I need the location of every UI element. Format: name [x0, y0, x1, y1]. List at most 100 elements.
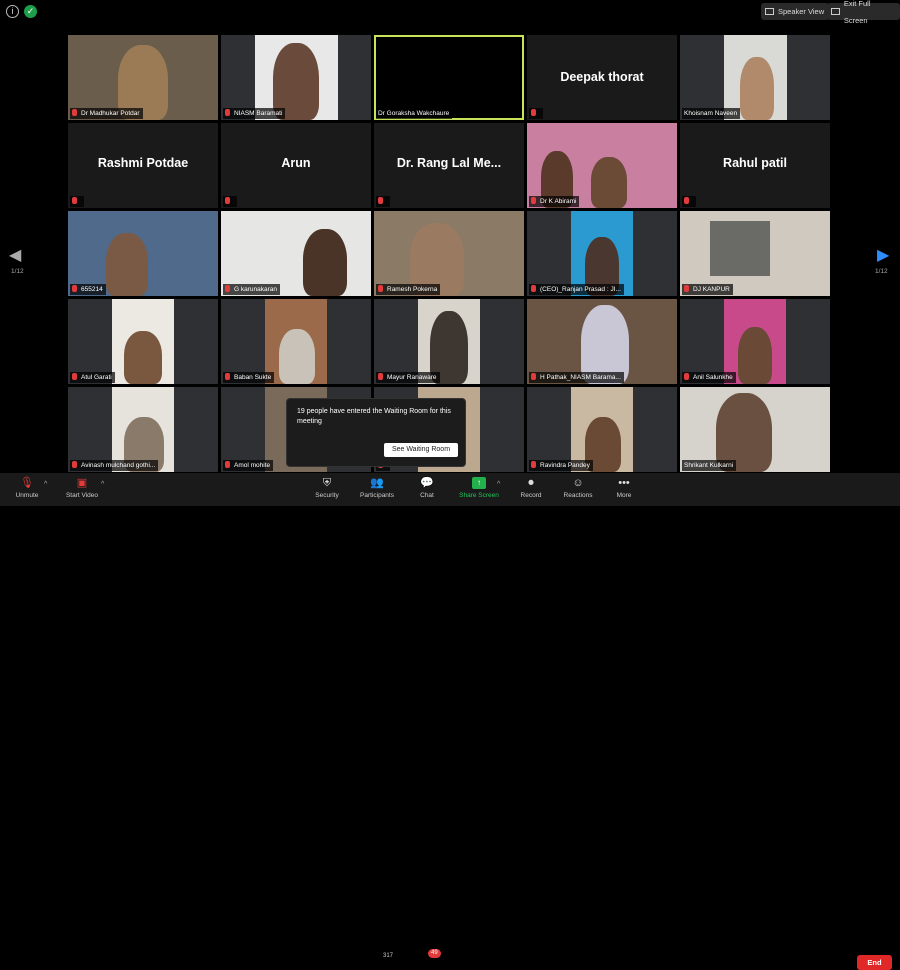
participant-tile[interactable]: Mayur Ranaware: [374, 299, 524, 384]
share-screen-arrow-icon: ↑: [472, 477, 486, 489]
participant-tile[interactable]: G karunakaran: [221, 211, 371, 296]
exit-full-screen-button[interactable]: Exit Full Screen: [827, 0, 900, 25]
active-speaker-tile[interactable]: Dr Goraksha Wakchaure: [374, 35, 524, 120]
video-off-icon: ▣: [76, 477, 88, 489]
mic-muted-icon: [225, 197, 230, 204]
participants-count: 317: [383, 953, 394, 959]
participant-name-tag: Ramesh Pokerna: [376, 284, 441, 295]
participant-tile[interactable]: (CEO)_Ranjan Prasad : JI...: [527, 211, 677, 296]
security-shield-icon: ⛨: [322, 477, 332, 489]
participant-name-tag: [682, 196, 696, 207]
participant-name-tag: (CEO)_Ranjan Prasad : JI...: [529, 284, 624, 295]
mic-muted-icon: [72, 285, 77, 292]
participant-tile[interactable]: Avinash mulchand gothi...: [68, 387, 218, 472]
participant-name-tag: Shrikant Kulkarni: [682, 460, 737, 471]
participant-tile[interactable]: Deepak thorat: [527, 35, 677, 120]
end-meeting-button[interactable]: End: [857, 955, 892, 970]
mic-muted-icon: [378, 285, 383, 292]
share-screen-button[interactable]: ↑ Share Screen: [456, 477, 502, 499]
participant-tile[interactable]: Ramesh Pokerna: [374, 211, 524, 296]
participant-tile[interactable]: Anil Salunkhe: [680, 299, 830, 384]
audio-options-caret-icon[interactable]: ^: [44, 481, 47, 488]
participant-tile[interactable]: Ravindra Pandey: [527, 387, 677, 472]
participant-tile[interactable]: H Pathak_NIASM Barama...: [527, 299, 677, 384]
participant-name-tag: Dr K Abirami: [529, 196, 580, 207]
mic-muted-icon: [225, 109, 230, 116]
unmute-label: Unmute: [15, 492, 39, 499]
participant-display-name: Rashmi Potdae: [97, 156, 189, 170]
record-button[interactable]: ⏺ Record: [517, 477, 545, 499]
reactions-smiley-icon: ☺: [572, 477, 584, 489]
participant-display-name: Dr. Rang Lal Me...: [396, 156, 502, 170]
participant-name-tag: Anil Salunkhe: [682, 372, 736, 383]
mic-muted-icon: [225, 373, 230, 380]
mic-muted-icon: [225, 461, 230, 468]
more-button[interactable]: ••• More: [612, 477, 636, 499]
mic-muted-icon: [684, 197, 689, 204]
participant-name-tag: Dr Goraksha Wakchaure: [376, 108, 453, 119]
page-indicator-right: 1/12: [875, 268, 888, 275]
speaker-view-button[interactable]: Speaker View: [761, 3, 830, 20]
mic-muted-icon: [684, 285, 689, 292]
record-icon: ⏺: [528, 477, 534, 489]
participants-button[interactable]: 👥 Participants: [356, 477, 398, 499]
participant-name-tag: Dr Madhukar Potdar: [70, 108, 143, 119]
participant-tile[interactable]: Rashmi Potdae: [68, 123, 218, 208]
participant-tile[interactable]: Shrikant Kulkarni: [680, 387, 830, 472]
top-bar: i ✓ Speaker View Exit Full Screen: [0, 0, 900, 25]
participant-name-tag: G karunakaran: [223, 284, 280, 295]
participant-tile[interactable]: Rahul patil: [680, 123, 830, 208]
participant-name-tag: DJ KANPUR: [682, 284, 733, 295]
mic-muted-icon: [72, 373, 77, 380]
participant-tile[interactable]: Baban Sukte: [221, 299, 371, 384]
previous-page-arrow-icon[interactable]: ◀: [9, 245, 21, 265]
unmute-button[interactable]: 🎙 Unmute: [12, 477, 42, 499]
participant-tile[interactable]: Atul Garati: [68, 299, 218, 384]
participant-name-tag: [376, 196, 390, 207]
participant-tile[interactable]: DJ KANPUR: [680, 211, 830, 296]
participant-tile[interactable]: 655214: [68, 211, 218, 296]
participant-display-name: Deepak thorat: [560, 70, 644, 84]
see-waiting-room-button[interactable]: See Waiting Room: [384, 443, 458, 457]
waiting-room-message: 19 people have entered the Waiting Room …: [297, 408, 451, 425]
next-page-arrow-icon[interactable]: ▶: [877, 245, 889, 265]
mic-muted-icon: [72, 197, 77, 204]
chat-bubble-icon: 💬: [420, 477, 434, 489]
participants-label: Participants: [360, 492, 394, 499]
mic-muted-icon: [72, 109, 77, 116]
participant-tile[interactable]: NIASM Baramati: [221, 35, 371, 120]
participant-tile[interactable]: Dr. Rang Lal Me...: [374, 123, 524, 208]
exit-full-screen-label: Exit Full Screen: [843, 0, 871, 25]
mic-muted-icon: [72, 461, 77, 468]
exit-full-screen-icon: [831, 8, 840, 15]
participant-tile[interactable]: Khoisnam Naveen: [680, 35, 830, 120]
record-label: Record: [520, 492, 542, 499]
mic-muted-icon: [378, 373, 383, 380]
participant-tile[interactable]: Dr K Abirami: [527, 123, 677, 208]
participant-tile[interactable]: Arun: [221, 123, 371, 208]
share-screen-label: Share Screen: [459, 492, 499, 499]
participant-name-tag: H Pathak_NIASM Barama...: [529, 372, 624, 383]
participant-display-name: Arun: [281, 156, 311, 170]
start-video-button[interactable]: ▣ Start Video: [62, 477, 102, 499]
waiting-room-notification: 19 people have entered the Waiting Room …: [287, 399, 465, 466]
page-indicator-left: 1/12: [11, 268, 24, 275]
mic-muted-icon: [531, 373, 536, 380]
more-dots-icon: •••: [618, 477, 630, 489]
mic-muted-icon: [531, 285, 536, 292]
mic-muted-icon: [531, 461, 536, 468]
mic-muted-icon: [684, 373, 689, 380]
mic-muted-icon: [531, 109, 536, 116]
participant-name-tag: [70, 196, 84, 207]
reactions-button[interactable]: ☺ Reactions: [560, 477, 596, 499]
security-button[interactable]: ⛨ Security: [312, 477, 342, 499]
participant-name-tag: 655214: [70, 284, 106, 295]
share-options-caret-icon[interactable]: ^: [497, 481, 500, 488]
participant-tile[interactable]: Dr Madhukar Potdar: [68, 35, 218, 120]
meeting-toolbar: 🎙 Unmute ^ ▣ Start Video ^ ⛨ Security 👥 …: [0, 473, 900, 970]
info-icon[interactable]: i: [6, 5, 19, 18]
chat-button[interactable]: 💬 Chat: [414, 477, 440, 499]
video-options-caret-icon[interactable]: ^: [101, 481, 104, 488]
start-video-label: Start Video: [65, 492, 99, 499]
encryption-shield-icon[interactable]: ✓: [24, 5, 37, 18]
